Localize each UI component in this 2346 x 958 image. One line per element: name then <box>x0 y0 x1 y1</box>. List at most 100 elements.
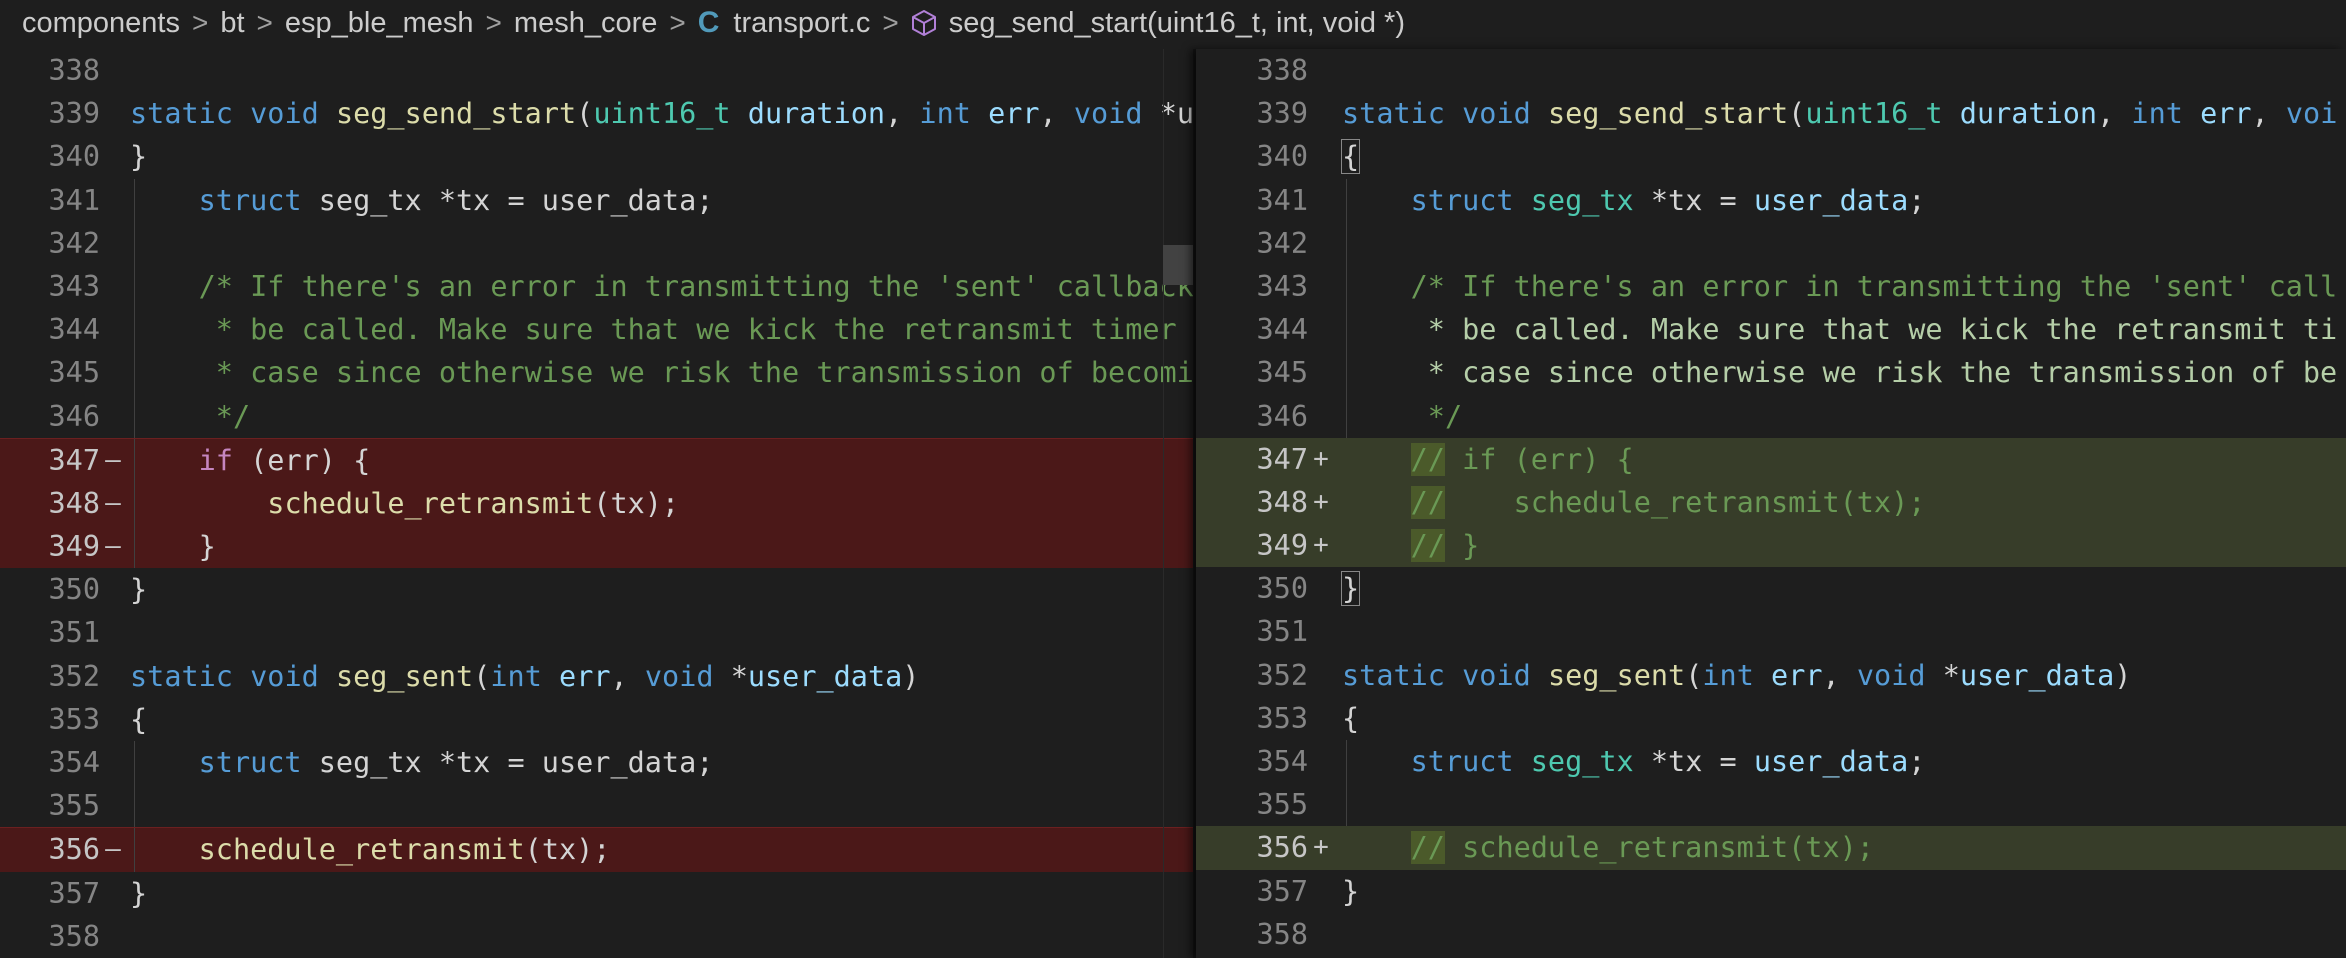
breadcrumb-file[interactable]: transport.c <box>733 7 870 40</box>
function-name: seg_sent <box>335 659 474 693</box>
indent-guide <box>134 221 135 265</box>
keyword: void <box>1462 97 1531 131</box>
breadcrumb-symbol[interactable]: seg_send_start(uint16_t, int, void *) <box>949 7 1405 40</box>
code-text: static void seg_sent(int err, void *user… <box>130 655 919 698</box>
line-number: 340 <box>48 140 100 174</box>
code-text: } <box>130 876 148 910</box>
diff-modified-pane[interactable]: 338 339 static void seg_send_start(uint16… <box>1196 49 2346 958</box>
code-text: // } <box>1342 524 1479 567</box>
code-text: /* If there's an error in transmitting t… <box>1342 265 2338 308</box>
vertical-scrollbar[interactable] <box>1163 49 1193 958</box>
param: user_data <box>747 659 903 693</box>
diff-marker <box>100 784 126 827</box>
line-number: 353 <box>48 702 100 736</box>
line-number: 351 <box>1256 615 1308 649</box>
diff-marker <box>100 915 126 958</box>
diff-marker <box>1308 783 1334 826</box>
diff-marker <box>100 872 126 915</box>
code-line: 339 static void seg_send_start(uint16_t d… <box>1196 92 2346 135</box>
code-line: 354 struct seg_tx *tx = user_data; <box>1196 740 2346 784</box>
code-line: 346 */ <box>1196 394 2346 438</box>
type-name: uint16_t <box>593 97 731 131</box>
inserted-highlight: // <box>1410 442 1445 476</box>
diff-marker <box>100 135 126 178</box>
diff-marker <box>100 655 126 698</box>
punct: * <box>1942 658 1960 692</box>
diff-marker <box>1308 740 1334 783</box>
code-line: 341 struct seg_tx *tx = user_data; <box>1196 178 2346 222</box>
line-number: 356 <box>48 833 100 867</box>
line-number: 357 <box>48 876 100 910</box>
breadcrumb: components > bt > esp_ble_mesh > mesh_co… <box>0 0 2346 46</box>
breadcrumb-mesh-core[interactable]: mesh_core <box>514 7 657 40</box>
diff-marker <box>1308 351 1334 394</box>
diff-marker <box>1308 49 1334 92</box>
code-text: struct seg_tx *tx = user_data; <box>130 741 714 784</box>
diff-marker <box>1308 92 1334 135</box>
function-name: seg_send_start <box>1547 97 1789 131</box>
keyword: void <box>1856 658 1926 692</box>
code-fragment: (tx); <box>593 486 680 520</box>
matching-bracket: { <box>1340 139 1361 175</box>
inserted-line: 349 + // } <box>1196 524 2346 568</box>
line-number: 343 <box>48 269 100 303</box>
keyword: void <box>1073 97 1143 131</box>
diff-marker <box>100 568 126 611</box>
inserted-highlight: // <box>1410 485 1445 519</box>
code-text: * case since otherwise we risk the trans… <box>1342 351 2337 394</box>
code-line: 340 { <box>1196 135 2346 178</box>
code-fragment: seg_tx *tx = user_data; <box>301 746 714 779</box>
diff-marker <box>1308 395 1334 438</box>
line-number: 345 <box>48 356 100 390</box>
line-number: 354 <box>1256 745 1308 778</box>
punct: , <box>2097 97 2115 131</box>
line-number: 341 <box>48 183 100 217</box>
code-line: 351 <box>0 611 1196 654</box>
code-line: 357} <box>1196 870 2346 913</box>
punct: , <box>2251 97 2269 131</box>
line-number: 343 <box>1256 269 1308 303</box>
code-text: */ <box>1342 395 1462 438</box>
type-name: uint16_t <box>1805 97 1943 131</box>
code-fragment: (tx); <box>524 833 611 867</box>
line-number: 345 <box>1256 356 1308 390</box>
keyword: voi <box>2285 97 2338 131</box>
diff-marker <box>1308 697 1334 740</box>
breadcrumb-components[interactable]: components <box>22 7 180 40</box>
line-number: 346 <box>48 399 100 433</box>
diff-marker: + <box>1313 832 1329 863</box>
line-number: 342 <box>48 226 100 260</box>
diff-original-pane[interactable]: 338 339 static void seg_send_start(uint16… <box>0 49 1196 958</box>
diff-marker <box>100 265 126 308</box>
code-text: * case since otherwise we risk the trans… <box>130 351 1194 394</box>
punct: , <box>610 659 628 693</box>
param: err <box>559 659 611 693</box>
diff-marker <box>100 741 126 784</box>
function-name: seg_send_start <box>335 97 577 131</box>
diff-marker <box>100 92 126 135</box>
code-line: 343 /* If there's an error in transmitti… <box>1196 264 2346 309</box>
punct: ( <box>576 97 594 131</box>
code-fragment: (err) { <box>232 443 371 477</box>
diff-marker <box>1308 265 1334 308</box>
line-number: 352 <box>1256 658 1308 692</box>
code-line: 340} <box>0 135 1196 178</box>
code-text: * be called. Make sure that we kick the … <box>1342 308 2337 351</box>
code-fragment: *tx = <box>1633 183 1754 217</box>
punct: , <box>1822 658 1840 692</box>
code-line: 352 static void seg_sent(int err, void *u… <box>1196 654 2346 697</box>
breadcrumb-esp-ble-mesh[interactable]: esp_ble_mesh <box>285 7 474 40</box>
scrollbar-thumb[interactable] <box>1163 245 1193 285</box>
breadcrumb-bt[interactable]: bt <box>220 7 244 40</box>
code-line: 355 <box>1196 783 2346 827</box>
line-number: 353 <box>1256 701 1308 735</box>
line-number: 344 <box>1256 313 1308 347</box>
keyword: static <box>130 97 233 131</box>
punct: ; <box>1908 745 1926 778</box>
code-line: 345 * case since otherwise we risk the t… <box>0 351 1196 395</box>
comment: * case since otherwise we risk the trans… <box>1410 356 2338 390</box>
inserted-line: 356 + // schedule_retransmit(tx); <box>1196 826 2346 870</box>
type-name: seg_tx <box>1530 183 1634 217</box>
line-number: 357 <box>1256 874 1308 908</box>
chevron-right-icon: > <box>192 7 209 38</box>
